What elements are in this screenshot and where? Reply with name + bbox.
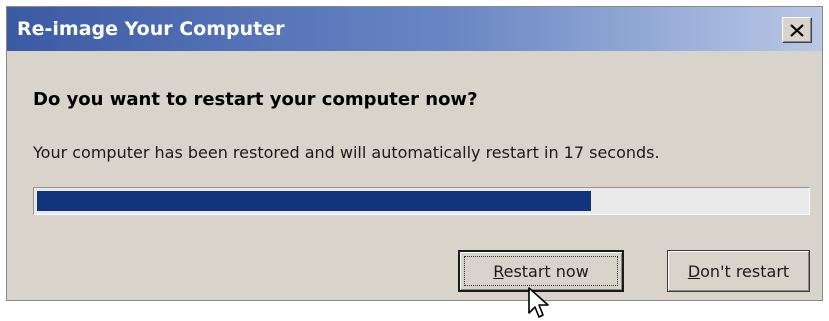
title-bar[interactable]: Re-image Your Computer	[7, 7, 822, 51]
close-button[interactable]	[782, 17, 812, 43]
dont-restart-label: Don't restart	[687, 261, 790, 281]
window-title: Re-image Your Computer	[17, 18, 285, 40]
restart-progress-bar	[33, 187, 810, 215]
mouse-pointer-icon	[528, 287, 549, 318]
progress-fill	[37, 191, 591, 211]
dont-restart-button[interactable]: Don't restart	[667, 250, 810, 292]
dialog-message: Your computer has been restored and will…	[33, 143, 660, 162]
close-icon	[790, 23, 804, 37]
restart-now-label: Restart now	[493, 261, 589, 281]
re-image-dialog: Re-image Your Computer Do you want to re…	[6, 6, 823, 301]
dialog-heading: Do you want to restart your computer now…	[33, 89, 478, 110]
